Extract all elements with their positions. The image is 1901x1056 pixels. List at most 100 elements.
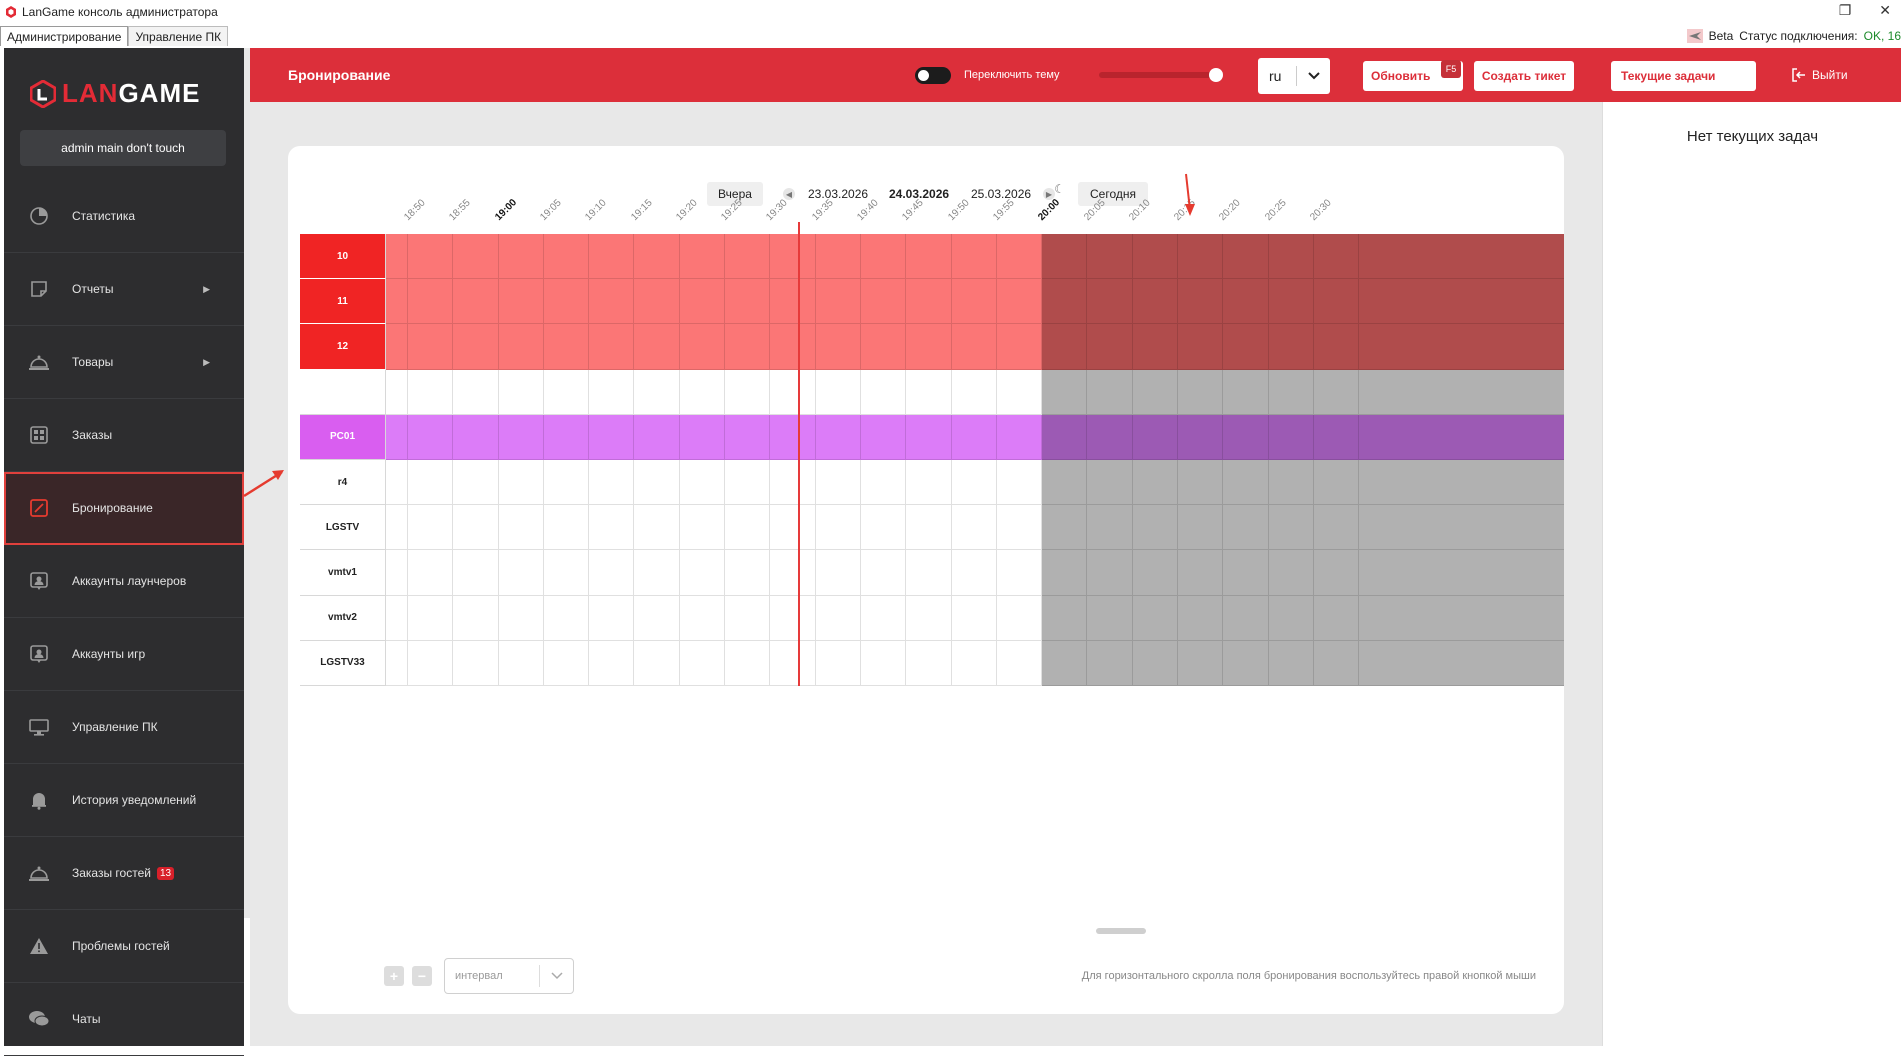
booking-cell[interactable] bbox=[997, 369, 1043, 414]
booking-cell[interactable] bbox=[1269, 460, 1314, 505]
booking-cell[interactable] bbox=[997, 234, 1043, 279]
row-header[interactable]: 12 bbox=[300, 324, 386, 370]
booking-cell[interactable] bbox=[816, 595, 861, 640]
booking-cell[interactable] bbox=[906, 640, 952, 685]
booking-cell[interactable] bbox=[725, 550, 771, 595]
booking-cell[interactable] bbox=[906, 550, 952, 595]
zoom-in-button[interactable]: + bbox=[384, 966, 404, 986]
booking-cell[interactable] bbox=[725, 460, 771, 505]
booking-cell[interactable] bbox=[952, 369, 997, 414]
booking-cell[interactable] bbox=[1133, 369, 1179, 414]
booking-cell[interactable] bbox=[386, 595, 408, 640]
booking-cell[interactable] bbox=[1133, 279, 1179, 324]
booking-cell[interactable] bbox=[1223, 460, 1269, 505]
booking-cell[interactable] bbox=[544, 505, 590, 550]
booking-cell[interactable] bbox=[1088, 550, 1133, 595]
row-header[interactable]: 10 bbox=[300, 234, 386, 280]
booking-cell[interactable] bbox=[1042, 640, 1088, 685]
booking-cell[interactable] bbox=[499, 324, 544, 369]
booking-cell[interactable] bbox=[453, 460, 499, 505]
booking-cell[interactable] bbox=[408, 640, 454, 685]
booking-cell[interactable] bbox=[1314, 595, 1360, 640]
booking-cell[interactable] bbox=[408, 324, 454, 369]
booking-cell[interactable] bbox=[386, 550, 408, 595]
booking-cell[interactable] bbox=[906, 595, 952, 640]
booking-cell[interactable] bbox=[861, 505, 907, 550]
booking-cell[interactable] bbox=[499, 550, 544, 595]
booking-cell[interactable] bbox=[544, 640, 590, 685]
booking-cell[interactable] bbox=[816, 279, 861, 324]
booking-cell[interactable] bbox=[1223, 234, 1269, 279]
booking-cell[interactable] bbox=[680, 460, 726, 505]
booking-cell[interactable] bbox=[499, 505, 544, 550]
booking-cell[interactable] bbox=[770, 505, 816, 550]
booking-cell[interactable] bbox=[1314, 505, 1360, 550]
booking-cell[interactable] bbox=[997, 414, 1043, 459]
booking-row[interactable] bbox=[386, 414, 1564, 460]
booking-cell[interactable] bbox=[952, 279, 997, 324]
booking-cell[interactable] bbox=[906, 234, 952, 279]
booking-cell[interactable] bbox=[680, 279, 726, 324]
booking-cell[interactable] bbox=[906, 279, 952, 324]
booking-cell[interactable] bbox=[1042, 324, 1088, 369]
booking-cell[interactable] bbox=[589, 460, 635, 505]
row-header[interactable] bbox=[300, 369, 386, 415]
booking-cell[interactable] bbox=[680, 414, 726, 459]
booking-cell[interactable] bbox=[1269, 640, 1314, 685]
booking-cell[interactable] bbox=[1178, 234, 1224, 279]
booking-cell[interactable] bbox=[1042, 234, 1088, 279]
create-ticket-button[interactable]: Создать тикет bbox=[1474, 61, 1574, 91]
booking-cell[interactable] bbox=[635, 279, 680, 324]
booking-cell[interactable] bbox=[770, 414, 816, 459]
booking-cell[interactable] bbox=[635, 595, 680, 640]
booking-cell[interactable] bbox=[1178, 324, 1224, 369]
booking-cell[interactable] bbox=[816, 550, 861, 595]
booking-cell[interactable] bbox=[952, 414, 997, 459]
booking-cell[interactable] bbox=[997, 505, 1043, 550]
booking-cell[interactable] bbox=[1314, 279, 1360, 324]
booking-cell[interactable] bbox=[861, 369, 907, 414]
booking-cell[interactable] bbox=[1178, 460, 1224, 505]
booking-cell[interactable] bbox=[1314, 460, 1360, 505]
zoom-out-button[interactable]: − bbox=[412, 966, 432, 986]
row-header[interactable]: vmtv2 bbox=[300, 595, 386, 641]
row-header[interactable]: LGSTV33 bbox=[300, 640, 386, 686]
restore-icon[interactable]: ❐ bbox=[1839, 2, 1852, 19]
booking-row[interactable] bbox=[386, 460, 1564, 506]
booking-cell[interactable] bbox=[499, 279, 544, 324]
current-tasks-button[interactable]: Текущие задачи bbox=[1611, 61, 1756, 91]
booking-cell[interactable] bbox=[1088, 640, 1133, 685]
booking-cell[interactable] bbox=[816, 460, 861, 505]
booking-cell[interactable] bbox=[408, 460, 454, 505]
booking-cell[interactable] bbox=[1178, 595, 1224, 640]
booking-cell[interactable] bbox=[997, 279, 1043, 324]
booking-cell[interactable] bbox=[589, 640, 635, 685]
booking-cell[interactable] bbox=[725, 505, 771, 550]
logout-button[interactable]: Выйти bbox=[1792, 68, 1848, 82]
booking-cell[interactable] bbox=[1269, 279, 1314, 324]
booking-cell[interactable] bbox=[1133, 595, 1179, 640]
booking-cell[interactable] bbox=[1223, 279, 1269, 324]
booking-cell[interactable] bbox=[1042, 460, 1088, 505]
booking-cell[interactable] bbox=[453, 234, 499, 279]
booking-cell[interactable] bbox=[861, 460, 907, 505]
booking-cell[interactable] bbox=[1133, 324, 1179, 369]
booking-cell[interactable] bbox=[386, 369, 408, 414]
booking-cell[interactable] bbox=[861, 640, 907, 685]
booking-cell[interactable] bbox=[453, 414, 499, 459]
booking-cell[interactable] bbox=[589, 595, 635, 640]
booking-cell[interactable] bbox=[544, 279, 590, 324]
booking-cell[interactable] bbox=[408, 550, 454, 595]
booking-cell[interactable] bbox=[906, 460, 952, 505]
sidebar-item[interactable]: Аккаунты игр bbox=[4, 618, 244, 691]
tab-administration[interactable]: Администрирование bbox=[0, 26, 129, 46]
booking-cell[interactable] bbox=[589, 279, 635, 324]
booking-cell[interactable] bbox=[1269, 324, 1314, 369]
slider-knob[interactable] bbox=[1209, 68, 1223, 82]
sidebar-item[interactable]: Проблемы гостей bbox=[4, 910, 244, 983]
booking-cell[interactable] bbox=[544, 414, 590, 459]
booking-cell[interactable] bbox=[635, 369, 680, 414]
booking-cell[interactable] bbox=[861, 550, 907, 595]
booking-cell[interactable] bbox=[770, 324, 816, 369]
booking-cell[interactable] bbox=[770, 279, 816, 324]
